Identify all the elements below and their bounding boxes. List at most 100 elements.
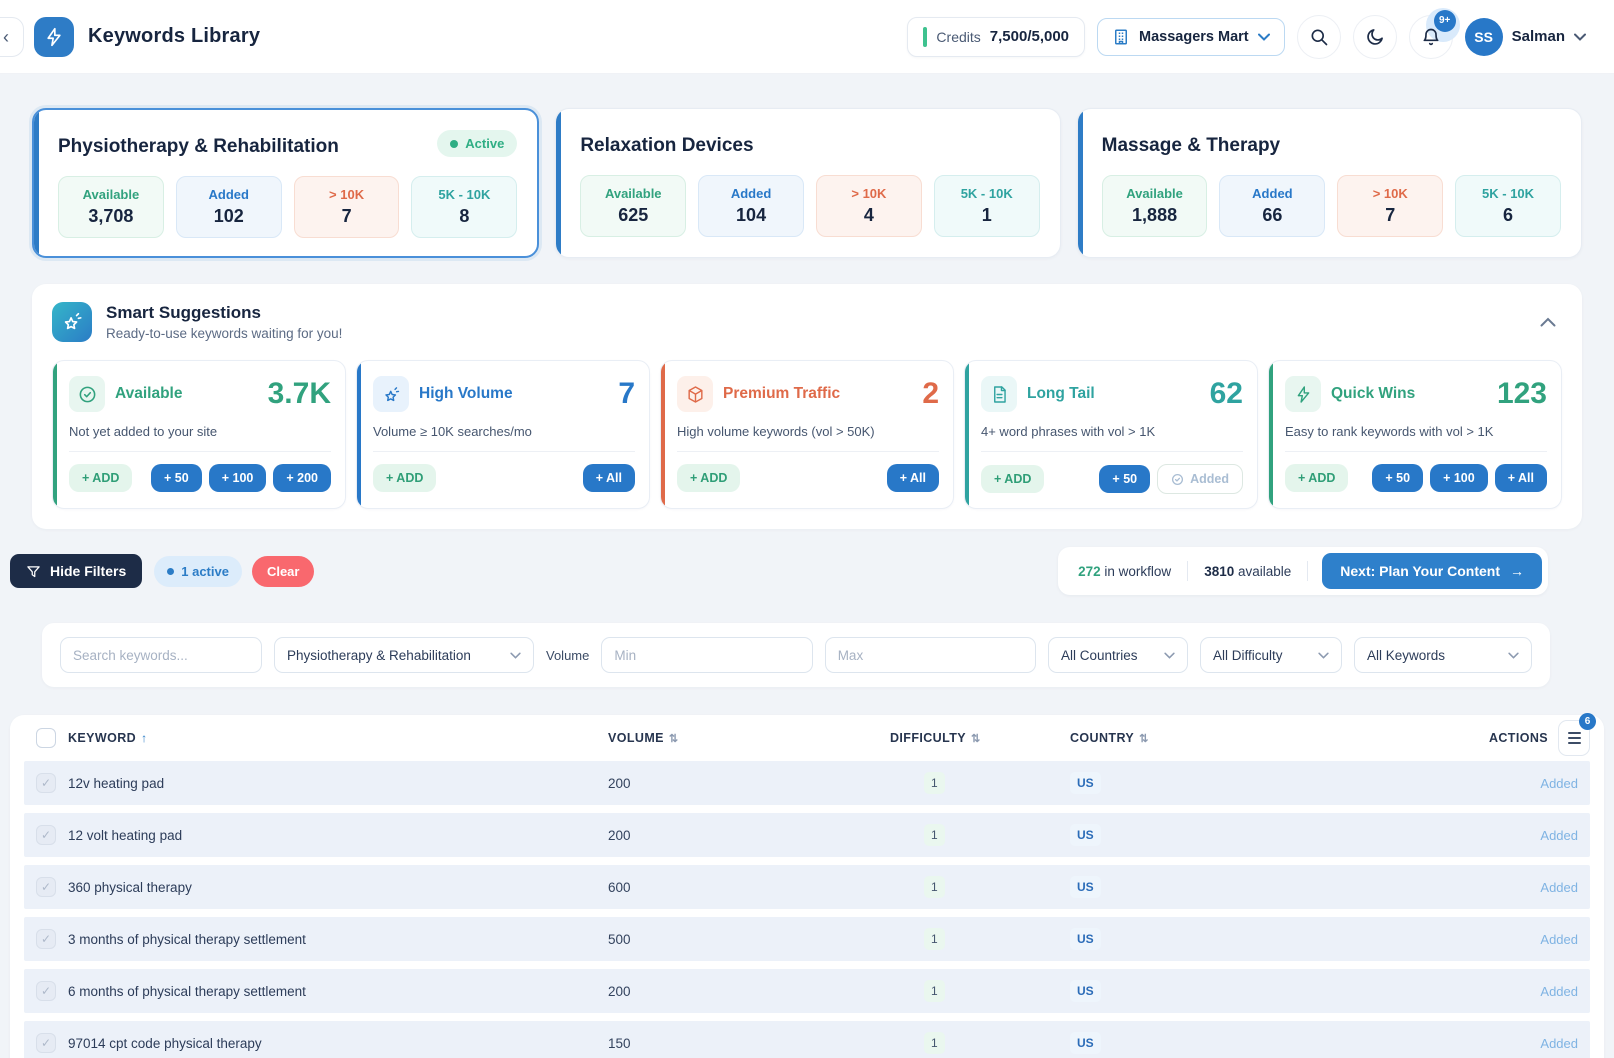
add-all-button[interactable]: + All [583, 464, 635, 492]
stat-available: Available3,708 [58, 176, 164, 238]
add-all-button[interactable]: + All [887, 464, 939, 492]
suggestion-count: 2 [922, 379, 939, 409]
funnel-icon [26, 564, 41, 579]
row-checkbox[interactable]: ✓ [36, 1033, 56, 1053]
moon-icon [1365, 27, 1385, 47]
row-checkbox[interactable]: ✓ [36, 929, 56, 949]
sort-asc-icon: ↑ [141, 731, 147, 745]
keyword-cell: 97014 cpt code physical therapy [68, 1036, 608, 1051]
notifications-button[interactable]: 9+ [1409, 15, 1453, 59]
collapse-button[interactable] [1534, 311, 1562, 333]
suggestion-card-premium-traffic: Premium Traffic 2 High volume keywords (… [660, 360, 954, 509]
keyword-cell: 360 physical therapy [68, 880, 608, 895]
add-button[interactable]: + ADD [981, 465, 1044, 493]
project-card-relaxation[interactable]: Relaxation Devices Available625 Added104… [555, 108, 1060, 258]
add-100-button[interactable]: + 100 [209, 464, 267, 492]
building-icon [1112, 28, 1130, 46]
cube-icon [677, 376, 713, 412]
notification-badge: 9+ [1434, 10, 1456, 32]
arrow-right-icon: → [1510, 563, 1524, 579]
volume-label: Volume [546, 648, 589, 663]
add-50-button[interactable]: + 50 [1099, 465, 1150, 493]
search-input[interactable] [60, 637, 262, 673]
theme-toggle-button[interactable] [1353, 15, 1397, 59]
back-button[interactable]: ‹ [0, 17, 24, 57]
suggestion-card-high-volume: High Volume 7 Volume ≥ 10K searches/mo +… [356, 360, 650, 509]
country-select[interactable]: All Countries [1048, 637, 1188, 673]
added-button[interactable]: Added [1157, 464, 1243, 494]
sparkle-star-icon [52, 302, 92, 342]
project-select[interactable]: Physiotherapy & Rehabilitation [274, 637, 534, 673]
divider [1307, 561, 1308, 581]
column-settings-badge: 6 [1579, 713, 1596, 730]
add-200-button[interactable]: + 200 [273, 464, 331, 492]
status-badge: Added [1460, 932, 1590, 947]
table-row: ✓ 360 physical therapy 600 1 US Added [24, 865, 1590, 909]
column-volume[interactable]: VOLUME⇅ [608, 731, 890, 745]
stat-over-10k: > 10K7 [1337, 175, 1443, 237]
status-badge: Added [1460, 880, 1590, 895]
sort-icon: ⇅ [971, 732, 981, 745]
star-icon [373, 376, 409, 412]
select-all-checkbox[interactable] [36, 728, 56, 748]
add-button[interactable]: + ADD [677, 464, 740, 492]
stat-5k-10k: 5K - 10K8 [411, 176, 517, 238]
row-checkbox[interactable]: ✓ [36, 877, 56, 897]
workflow-summary: 272 in workflow 3810 available Next: Pla… [1058, 547, 1548, 595]
add-50-button[interactable]: + 50 [151, 464, 202, 492]
page-title: Keywords Library [88, 25, 260, 48]
add-100-button[interactable]: + 100 [1430, 464, 1488, 492]
clear-filters-button[interactable]: Clear [252, 556, 315, 587]
smart-suggestions-panel: Smart Suggestions Ready-to-use keywords … [32, 284, 1582, 529]
column-difficulty[interactable]: DIFFICULTY⇅ [890, 731, 1070, 745]
suggestion-count: 3.7K [268, 379, 331, 409]
next-plan-content-button[interactable]: Next: Plan Your Content → [1322, 553, 1542, 589]
active-dot-icon [167, 568, 174, 575]
workspace-name: Massagers Mart [1139, 29, 1249, 45]
country-cell: US [1070, 928, 1460, 950]
difficulty-cell: 1 [890, 928, 1070, 950]
difficulty-select[interactable]: All Difficulty [1200, 637, 1342, 673]
volume-max-input[interactable] [825, 637, 1036, 673]
check-circle-icon [69, 376, 105, 412]
keyword-cell: 12v heating pad [68, 776, 608, 791]
suggestions-subtitle: Ready-to-use keywords waiting for you! [106, 326, 342, 341]
volume-cell: 500 [608, 932, 890, 947]
chevron-up-icon [1540, 317, 1556, 327]
row-checkbox[interactable]: ✓ [36, 773, 56, 793]
suggestions-title: Smart Suggestions [106, 303, 342, 323]
workspace-selector[interactable]: Massagers Mart [1097, 18, 1285, 56]
difficulty-cell: 1 [890, 1032, 1070, 1054]
column-settings-button[interactable]: 6 [1558, 720, 1590, 756]
filters-toolbar: Hide Filters 1 active Clear 272 in workf… [10, 547, 1548, 595]
user-name: Salman [1512, 28, 1565, 45]
table-header: KEYWORD↑ VOLUME⇅ DIFFICULTY⇅ COUNTRY⇅ AC… [24, 715, 1590, 761]
column-country[interactable]: COUNTRY⇅ [1070, 731, 1460, 745]
add-button[interactable]: + ADD [69, 464, 132, 492]
suggestion-card-quick-wins: Quick Wins 123 Easy to rank keywords wit… [1268, 360, 1562, 509]
sort-icon: ⇅ [1139, 732, 1149, 745]
add-button[interactable]: + ADD [373, 464, 436, 492]
check-circle-icon [1171, 473, 1184, 486]
search-button[interactable] [1297, 15, 1341, 59]
hide-filters-button[interactable]: Hide Filters [10, 554, 142, 588]
project-card-physiotherapy[interactable]: Physiotherapy & Rehabilitation Active Av… [32, 108, 539, 258]
add-50-button[interactable]: + 50 [1372, 464, 1423, 492]
user-menu[interactable]: SS Salman [1465, 18, 1586, 56]
bolt-icon [1285, 376, 1321, 412]
chevron-down-icon [1574, 33, 1586, 41]
volume-min-input[interactable] [601, 637, 812, 673]
row-checkbox[interactable]: ✓ [36, 981, 56, 1001]
chevron-down-icon [1508, 652, 1519, 659]
add-button[interactable]: + ADD [1285, 464, 1348, 492]
column-keyword[interactable]: KEYWORD↑ [68, 731, 608, 745]
stat-5k-10k: 5K - 10K6 [1455, 175, 1561, 237]
workflow-count: 272 in workflow [1062, 564, 1187, 579]
credits-value: 7,500/5,000 [990, 28, 1069, 45]
row-checkbox[interactable]: ✓ [36, 825, 56, 845]
keywords-select[interactable]: All Keywords [1354, 637, 1532, 673]
stat-over-10k: > 10K7 [294, 176, 400, 238]
chevron-down-icon [1164, 652, 1175, 659]
add-all-button[interactable]: + All [1495, 464, 1547, 492]
project-card-massage[interactable]: Massage & Therapy Available1,888 Added66… [1077, 108, 1582, 258]
